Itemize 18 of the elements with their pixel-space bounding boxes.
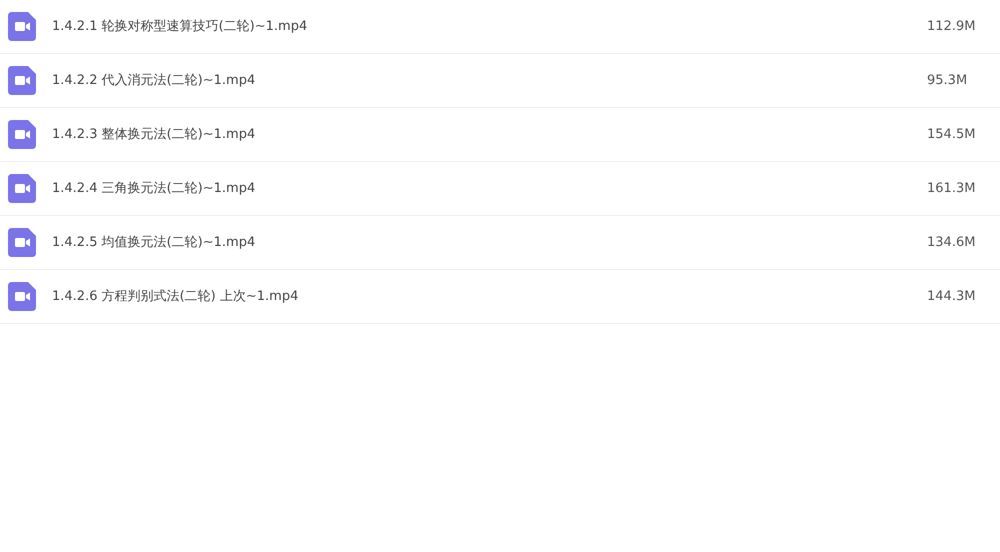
file-name[interactable]: 1.4.2.6 方程判别式法(二轮) 上次~1.mp4 — [52, 286, 927, 306]
video-file-icon — [8, 12, 36, 41]
video-file-icon — [8, 174, 36, 203]
file-size: 154.5M — [927, 126, 976, 144]
video-file-icon — [8, 120, 36, 149]
file-size: 144.3M — [927, 288, 976, 306]
file-name[interactable]: 1.4.2.2 代入消元法(二轮)~1.mp4 — [52, 70, 927, 90]
video-file-icon — [8, 282, 36, 311]
file-size: 134.6M — [927, 234, 976, 252]
video-file-icon — [8, 66, 36, 95]
file-size: 112.9M — [927, 18, 976, 36]
file-size: 95.3M — [927, 72, 968, 90]
file-name[interactable]: 1.4.2.3 整体换元法(二轮)~1.mp4 — [52, 124, 927, 144]
video-file-icon — [8, 228, 36, 257]
file-name[interactable]: 1.4.2.1 轮换对称型速算技巧(二轮)~1.mp4 — [52, 16, 927, 36]
file-name[interactable]: 1.4.2.5 均值换元法(二轮)~1.mp4 — [52, 232, 927, 252]
file-name[interactable]: 1.4.2.4 三角换元法(二轮)~1.mp4 — [52, 178, 927, 198]
file-size: 161.3M — [927, 180, 976, 198]
